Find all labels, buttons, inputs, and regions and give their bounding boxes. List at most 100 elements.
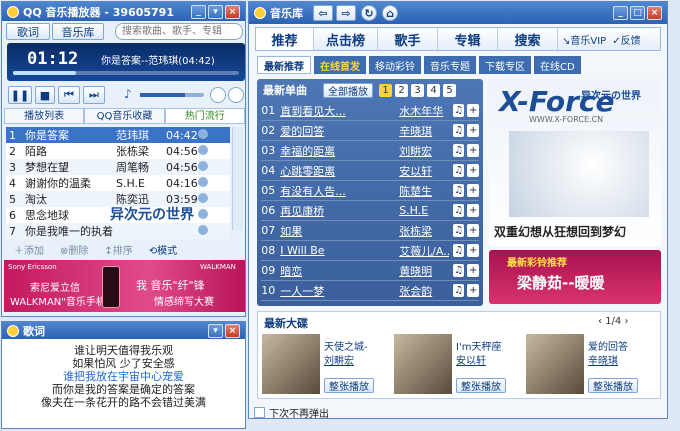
next-button[interactable]: ⏭ [83, 86, 105, 104]
song-artist-link[interactable]: 水木年华 [399, 103, 449, 119]
library-min-button[interactable]: _ [613, 6, 628, 20]
forward-button[interactable]: ⇨ [336, 5, 356, 21]
listen-icon[interactable]: ♫ [452, 104, 465, 117]
tab-singers[interactable]: 歌手 [378, 28, 438, 50]
row-action-icon[interactable] [197, 208, 208, 219]
tab-playlist[interactable]: 播放列表 [4, 108, 85, 124]
album-name[interactable]: I'm天秤座 [456, 338, 501, 353]
play-album-button[interactable]: 整张播放 [588, 378, 638, 393]
menu-button[interactable]: ▾ [208, 4, 223, 19]
song-row[interactable]: 05 有没有人告... 陈楚生 ♫ + [261, 181, 479, 201]
delete-button[interactable]: ⊗删除 [60, 242, 88, 257]
page-1[interactable]: 1 [379, 83, 392, 97]
song-row[interactable]: 08 I Will Be 艾薇儿/A... ♫ + [261, 241, 479, 261]
song-row[interactable]: 04 心跳零距离 安以轩 ♫ + [261, 161, 479, 181]
eq-icon[interactable] [210, 87, 226, 103]
add-song-icon[interactable]: + [467, 124, 479, 137]
listen-icon[interactable]: ♫ [452, 264, 465, 277]
album-artist[interactable]: 刘畊宏 [324, 352, 354, 367]
listen-icon[interactable]: ♫ [452, 224, 465, 237]
subtab-downloads[interactable]: 下载专区 [479, 56, 531, 74]
album-card[interactable]: 天使之城- 刘畊宏 整张播放 [262, 334, 394, 396]
volume-slider[interactable] [140, 93, 204, 97]
page-5[interactable]: 5 [443, 83, 456, 97]
song-artist-link[interactable]: 张会韵 [399, 283, 449, 299]
add-song-icon[interactable]: + [467, 104, 479, 117]
song-artist-link[interactable]: S.H.E [399, 204, 449, 217]
lyrics-titlebar[interactable]: 歌词 ▾ × [2, 322, 245, 339]
album-artist[interactable]: 安以轩 [456, 352, 486, 367]
album-card[interactable]: I'm天秤座 安以轩 整张播放 [394, 334, 526, 396]
album-card[interactable]: 爱的回答 辛晓琪 整张播放 [526, 334, 658, 396]
song-title-link[interactable]: 爱的回答 [280, 123, 399, 139]
song-title-link[interactable]: 有没有人告... [280, 183, 399, 199]
album-artist[interactable]: 辛晓琪 [588, 352, 618, 367]
song-artist-link[interactable]: 安以轩 [399, 163, 449, 179]
add-song-icon[interactable]: + [467, 164, 479, 177]
song-title-link[interactable]: 一人一梦 [280, 283, 399, 299]
walkman-ad[interactable]: Sony Ericsson 索尼爱立信 WALKMAN"音乐手机 我 音乐"纤"… [4, 260, 245, 312]
song-title-link[interactable]: 直到看见大... [280, 103, 399, 119]
song-title-link[interactable]: 再见康桥 [280, 203, 399, 219]
tab-charts[interactable]: 点击榜 [314, 28, 378, 50]
song-row[interactable]: 10 一人一梦 张会韵 ♫ + [261, 281, 479, 301]
feedback-link[interactable]: ✓反馈 [612, 32, 640, 47]
listen-icon[interactable]: ♫ [452, 204, 465, 217]
page-2[interactable]: 2 [395, 83, 408, 97]
add-song-icon[interactable]: + [467, 264, 479, 277]
add-song-icon[interactable]: + [467, 224, 479, 237]
song-row[interactable]: 03 幸福的距离 刘畊宏 ♫ + [261, 141, 479, 161]
subtab-topics[interactable]: 音乐专题 [424, 56, 476, 74]
add-song-icon[interactable]: + [467, 204, 479, 217]
sort-button[interactable]: ↕排序 [104, 242, 132, 257]
library-titlebar[interactable]: 音乐库 ⇦ ⇨ ↻ ⌂ _ □ × [249, 2, 667, 24]
play-all-button[interactable]: 全部播放 [323, 82, 373, 98]
page-3[interactable]: 3 [411, 83, 424, 97]
song-artist-link[interactable]: 黄晓明 [399, 263, 449, 279]
song-artist-link[interactable]: 辛晓琪 [399, 123, 449, 139]
mode-button[interactable]: ⟲模式 [149, 242, 177, 257]
song-title-link[interactable]: 如果 [280, 223, 399, 239]
playlist-row[interactable]: 2 陌路 张栋梁 04:56 [6, 143, 230, 159]
album-cover[interactable] [526, 334, 584, 394]
listen-icon[interactable]: ♫ [452, 144, 465, 157]
playlist-row[interactable]: 3 梦想在望 周笔畅 04:56 [6, 159, 230, 175]
home-button[interactable]: ⌂ [382, 5, 398, 21]
song-row[interactable]: 09 暗恋 黄晓明 ♫ + [261, 261, 479, 281]
subtab-online-first[interactable]: 在线首发 [314, 56, 366, 74]
lyrics-close-button[interactable]: × [225, 323, 240, 338]
album-cover[interactable] [394, 334, 452, 394]
vip-link[interactable]: ↘音乐VIP [562, 32, 606, 47]
minimize-button[interactable]: _ [191, 4, 206, 19]
song-title-link[interactable]: 心跳零距离 [280, 163, 399, 179]
tab-qq-favorites[interactable]: QQ音乐收藏 [84, 108, 165, 124]
subtab-latest[interactable]: 最新推荐 [257, 56, 311, 74]
song-artist-link[interactable]: 艾薇儿/A... [399, 243, 449, 259]
row-action-icon[interactable] [197, 128, 208, 139]
row-action-icon[interactable] [197, 192, 208, 203]
song-artist-link[interactable]: 陈楚生 [399, 183, 449, 199]
lyrics-tab-button[interactable]: 歌词 [6, 23, 50, 40]
page-4[interactable]: 4 [427, 83, 440, 97]
listen-icon[interactable]: ♫ [452, 164, 465, 177]
subtab-ringtone[interactable]: 移动彩铃 [369, 56, 421, 74]
subtab-online-cd[interactable]: 在线CD [534, 56, 581, 74]
listen-icon[interactable]: ♫ [452, 284, 465, 297]
stop-button[interactable]: ■ [35, 86, 55, 104]
player-titlebar[interactable]: QQ 音乐播放器 - 39605791 _ ▾ × [2, 2, 245, 21]
song-row[interactable]: 07 如果 张栋梁 ♫ + [261, 221, 479, 241]
tab-albums[interactable]: 专辑 [438, 28, 498, 50]
tab-hot-pop[interactable]: 热门流行 [164, 108, 245, 124]
song-row[interactable]: 02 爱的回答 辛晓琪 ♫ + [261, 121, 479, 141]
tab-recommend[interactable]: 推荐 [256, 28, 314, 50]
row-action-icon[interactable] [197, 176, 208, 187]
album-cover[interactable] [262, 334, 320, 394]
library-tab-button[interactable]: 音乐库 [52, 23, 104, 40]
add-song-icon[interactable]: + [467, 144, 479, 157]
progress-bar[interactable] [13, 71, 239, 75]
playlist-row[interactable]: 7 你是我唯一的执着 [6, 223, 230, 239]
song-row[interactable]: 06 再见康桥 S.H.E ♫ + [261, 201, 479, 221]
add-song-icon[interactable]: + [467, 244, 479, 257]
row-action-icon[interactable] [197, 224, 208, 235]
song-title-link[interactable]: 暗恋 [280, 263, 399, 279]
